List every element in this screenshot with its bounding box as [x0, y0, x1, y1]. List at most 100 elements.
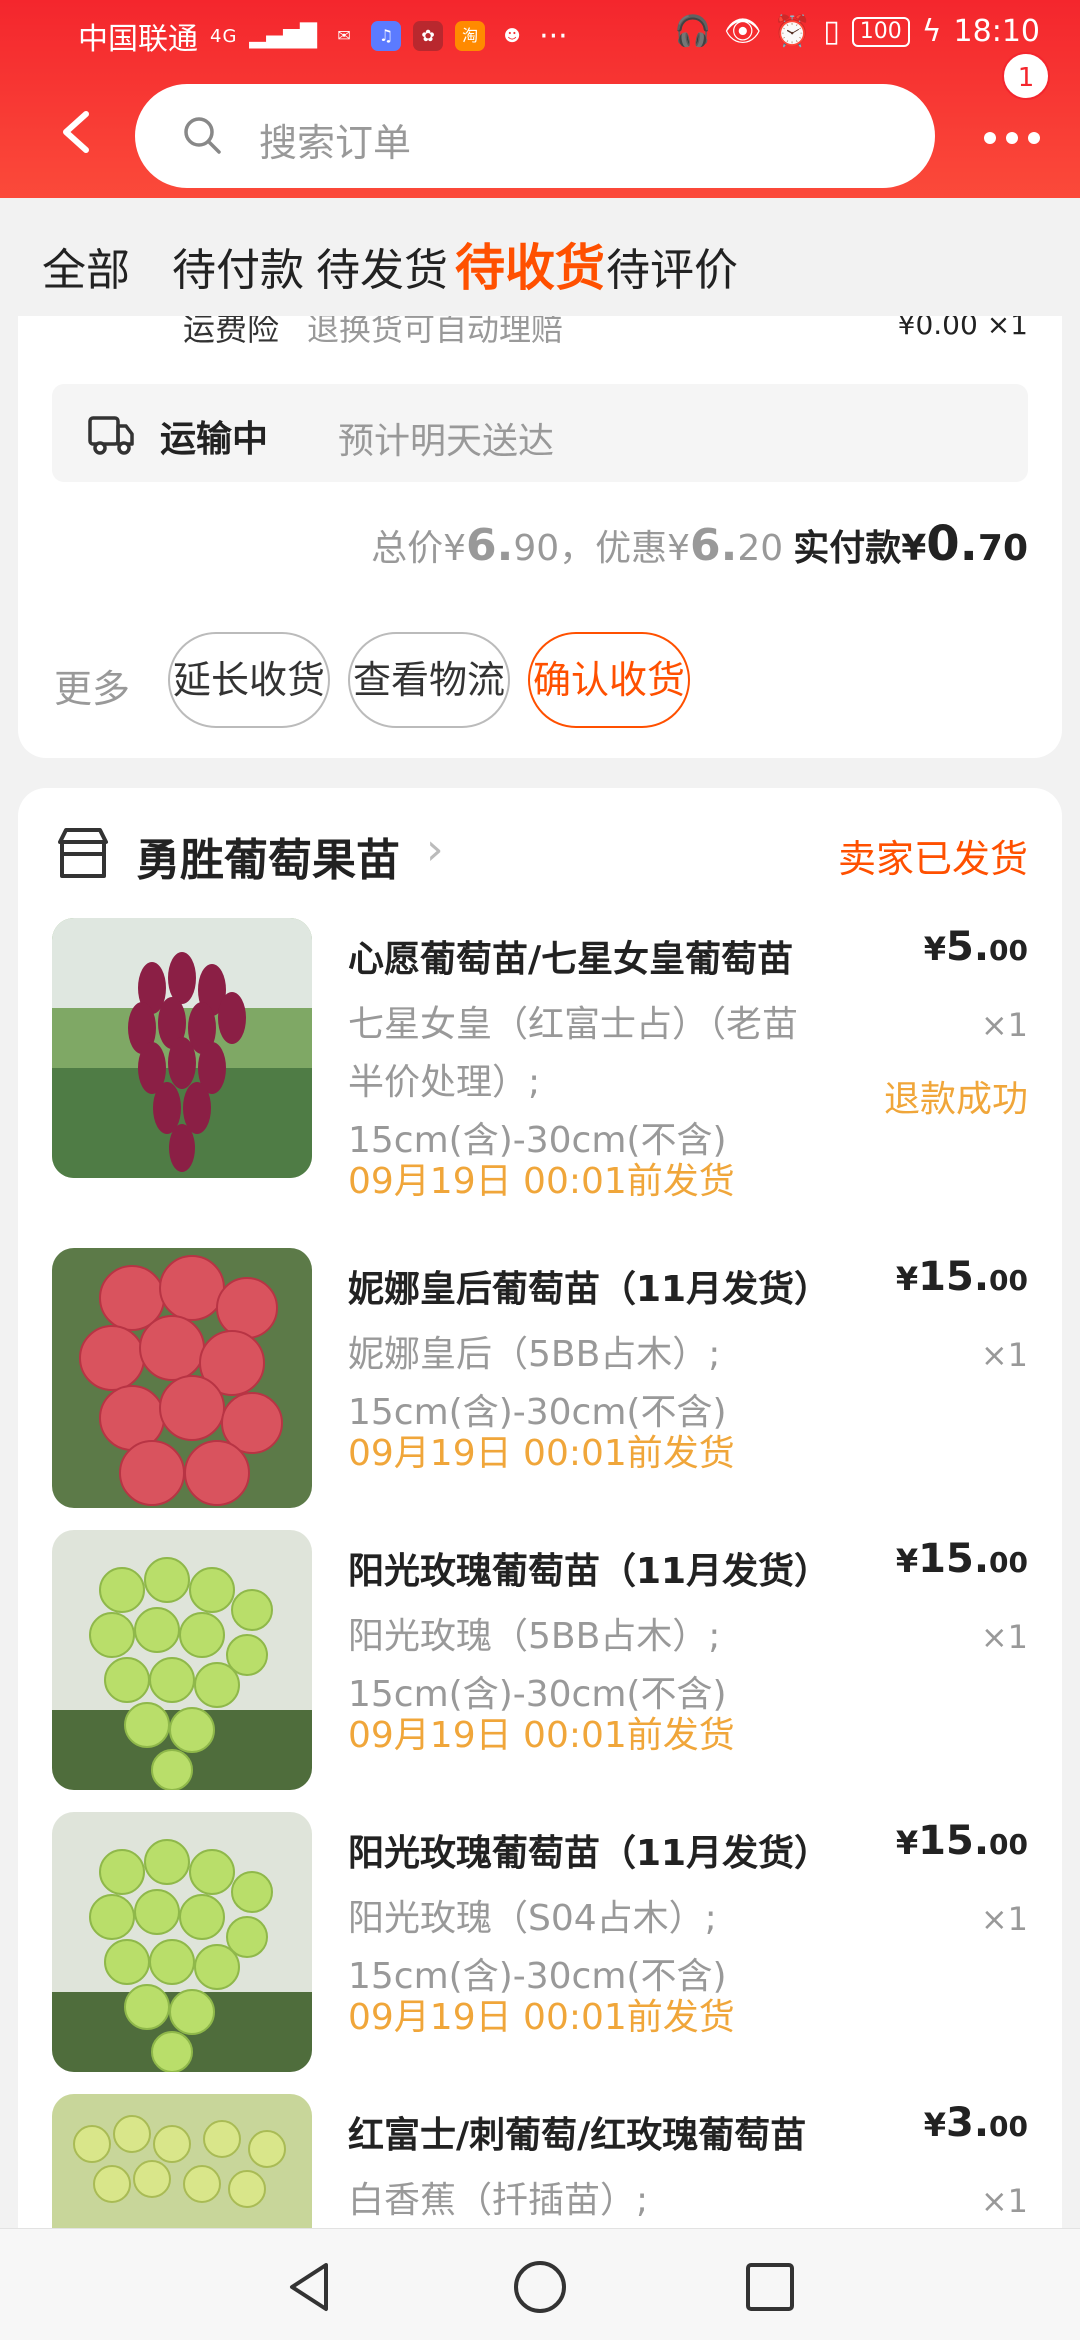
status-bar: 中国联通 4G ▂▄▆█ ✉ ♫ ✿ 淘 ☻ ··· 🎧 👁 ⏰ ▯ 100 ϟ… — [0, 0, 1080, 70]
total-dec: 90 — [513, 528, 560, 569]
shipping-status-bar[interactable]: 运输中 预计明天送达 — [52, 384, 1028, 482]
carrier-label: 中国联通 — [78, 22, 198, 57]
paid-int: 0. — [926, 516, 978, 572]
order-card: 运费险 退换货可自动理赔 ¥0.00 ×1 运输中 预计明天送达 总价¥6.90，… — [18, 316, 1062, 758]
price-int: 15. — [918, 1818, 990, 1864]
search-input[interactable]: 搜索订单 — [135, 84, 935, 188]
eye-icon: 👁 — [723, 14, 762, 49]
signal-icon: 4G — [210, 25, 238, 47]
insurance-row: 运费险 退换货可自动理赔 — [183, 316, 563, 350]
order-totals: 总价¥6.90，优惠¥6.20 实付款¥0.70 — [371, 516, 1028, 572]
product-quantity: ×1 — [980, 1006, 1028, 1044]
list-item[interactable]: 阳光玫瑰葡萄苗（11月发货） ¥15.00 阳光玫瑰（5BB占木）; 15cm(… — [18, 1530, 1062, 1800]
product-title: 阳光玫瑰葡萄苗（11月发货） — [348, 1833, 831, 1874]
list-item[interactable]: 红富士/刺葡萄/红玫瑰葡萄苗 ¥3.00 白香蕉（扦插苗）; ×1 — [18, 2094, 1062, 2228]
product-quantity: ×1 — [980, 1900, 1028, 1938]
currency-symbol: ¥ — [895, 1824, 919, 1862]
store-icon — [58, 828, 108, 878]
product-image[interactable] — [52, 918, 312, 1178]
product-spec: 七星女皇（红富士占）（老苗 半价处理）; 15cm(含)-30cm(不含) — [348, 996, 888, 1170]
tab-pending-receipt[interactable]: 待收货 — [455, 228, 605, 300]
discount-dec: 20 — [737, 528, 784, 569]
taobao-icon: 淘 — [455, 21, 486, 51]
product-image[interactable] — [52, 1812, 312, 2072]
currency-symbol: ¥ — [895, 1542, 919, 1580]
currency-symbol: ¥ — [923, 930, 946, 968]
chevron-right-icon[interactable]: › — [426, 824, 444, 875]
extend-receipt-button[interactable]: 延长收货 — [168, 632, 330, 728]
qq-icon: ☻ — [503, 26, 521, 45]
price-dec: 00 — [989, 1546, 1028, 1579]
product-image[interactable] — [52, 1248, 312, 1508]
product-quantity: ×1 — [980, 2182, 1028, 2220]
more-button[interactable]: 更多 — [54, 658, 130, 713]
confirm-receipt-button[interactable]: 确认收货 — [528, 632, 690, 728]
more-notifications-icon: ··· — [539, 18, 568, 54]
charging-icon: ϟ — [921, 14, 942, 49]
product-spec: 白香蕉（扦插苗）; — [348, 2172, 888, 2228]
paid-dec: 70 — [977, 528, 1028, 569]
spec-line: 白香蕉（扦插苗）; — [348, 2180, 649, 2221]
nav-back-icon[interactable] — [280, 2257, 340, 2317]
shipping-eta: 预计明天送达 — [338, 421, 555, 462]
refund-status[interactable]: 退款成功 — [884, 1070, 1028, 1122]
truck-icon — [88, 416, 134, 455]
paid-label: 实付款¥ — [793, 528, 927, 569]
alarm-icon: ⏰ — [773, 14, 812, 49]
price-int: 15. — [918, 1254, 990, 1300]
spec-line: 妮娜皇后（5BB占木）; — [348, 1334, 721, 1375]
nav-recents-icon[interactable] — [740, 2257, 800, 2317]
product-title: 阳光玫瑰葡萄苗（11月发货） — [348, 1551, 831, 1592]
price-dec: 00 — [989, 1264, 1028, 1297]
tab-pending-shipment[interactable]: 待发货 — [316, 234, 448, 298]
tab-pending-payment[interactable]: 待付款 — [172, 234, 304, 298]
ship-by-date: 09月19日 00:01前发货 — [348, 1433, 735, 1474]
order-status: 卖家已发货 — [837, 837, 1028, 881]
tab-pending-review[interactable]: 待评价 — [606, 234, 738, 298]
spec-line: 七星女皇（红富士占）（老苗 — [348, 1004, 799, 1045]
search-row: 搜索订单 — [0, 80, 1080, 190]
product-quantity: ×1 — [980, 1618, 1028, 1656]
currency-symbol: ¥ — [923, 2106, 946, 2144]
ship-by-date: 09月19日 00:01前发货 — [348, 1715, 735, 1756]
order-tabs: 全部 待付款 待发货 待收货 待评价 — [0, 198, 1080, 316]
list-item[interactable]: 阳光玫瑰葡萄苗（11月发货） ¥15.00 阳光玫瑰（S04占木）; 15cm(… — [18, 1812, 1062, 2082]
view-logistics-button[interactable]: 查看物流 — [348, 632, 510, 728]
price-dec: 00 — [989, 1828, 1028, 1861]
product-title: 妮娜皇后葡萄苗（11月发货） — [348, 1269, 831, 1310]
search-placeholder: 搜索订单 — [259, 121, 412, 165]
total-int: 6. — [465, 520, 514, 571]
discount-label: ，优惠¥ — [559, 528, 691, 569]
store-name[interactable]: 勇胜葡萄果苗 — [136, 824, 400, 888]
price-int: 3. — [946, 2100, 990, 2146]
price-int: 5. — [946, 924, 990, 970]
nav-home-icon[interactable] — [510, 2257, 570, 2317]
spec-line: 阳光玫瑰（5BB占木）; — [348, 1616, 721, 1657]
ship-by-date: 09月19日 00:01前发货 — [348, 1161, 735, 1202]
list-item[interactable]: 妮娜皇后葡萄苗（11月发货） ¥15.00 妮娜皇后（5BB占木）; 15cm(… — [18, 1248, 1062, 1518]
list-item[interactable]: 心愿葡萄苗/七星女皇葡萄苗 ¥5.00 七星女皇（红富士占）（老苗 半价处理）;… — [18, 918, 1062, 1202]
spec-line: 阳光玫瑰（S04占木）; — [348, 1898, 717, 1939]
spec-line: 半价处理）; — [348, 1062, 541, 1103]
price-int: 15. — [918, 1536, 990, 1582]
product-quantity: ×1 — [980, 1336, 1028, 1374]
price-dec: 00 — [989, 934, 1028, 967]
insurance-label: 运费险 — [183, 316, 280, 348]
insurance-price: ¥0.00 ×1 — [897, 316, 1028, 341]
price-dec: 00 — [989, 2110, 1028, 2143]
tab-all[interactable]: 全部 — [42, 234, 130, 298]
product-price: ¥3.00 — [924, 2100, 1028, 2146]
product-price: ¥5.00 — [924, 924, 1028, 970]
search-icon — [184, 117, 221, 154]
product-image[interactable] — [52, 2094, 312, 2228]
back-icon[interactable] — [56, 104, 96, 164]
product-image[interactable] — [52, 1530, 312, 1790]
app-icon: ✿ — [413, 21, 444, 51]
more-icon[interactable] — [980, 106, 1044, 166]
message-badge: 1 — [1002, 52, 1050, 100]
vibrate-icon: ▯ — [823, 14, 840, 49]
product-price: ¥15.00 — [896, 1818, 1028, 1864]
total-label: 总价¥ — [371, 528, 466, 569]
signal-bars-icon: ▂▄▆█ — [249, 23, 318, 49]
shipping-status: 运输中 — [160, 419, 269, 460]
